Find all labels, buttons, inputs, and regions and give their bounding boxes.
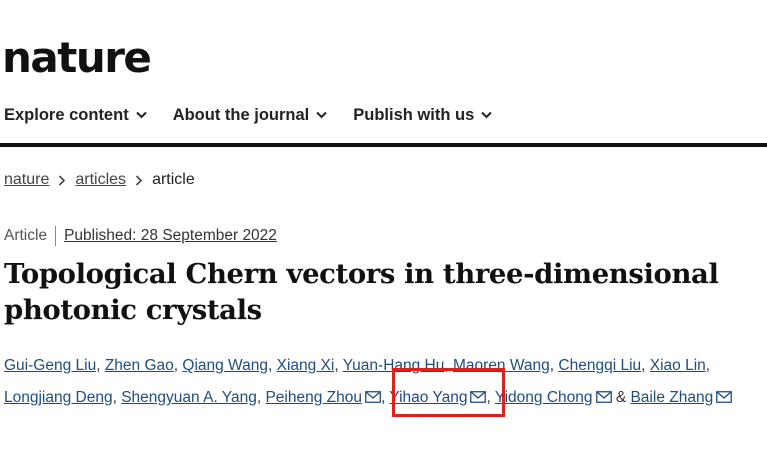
mail-icon[interactable] <box>716 391 733 403</box>
author-link[interactable]: Qiang Wang <box>182 357 268 374</box>
nav-item-label: Explore content <box>4 106 129 124</box>
author-link[interactable]: Longjiang Deng <box>4 389 113 406</box>
author-separator: , <box>334 357 339 374</box>
mail-icon[interactable] <box>365 391 381 403</box>
mail-icon[interactable] <box>595 391 612 403</box>
author-link[interactable]: Xiang Xi <box>277 357 335 374</box>
chevron-down-icon <box>316 111 327 119</box>
author-link[interactable]: Peiheng Zhou <box>265 389 362 406</box>
breadcrumb: nature articles article <box>4 169 195 191</box>
author-link[interactable]: Zhen Gao <box>105 357 174 374</box>
author-link[interactable]: Shengyuan A. Yang <box>121 389 257 406</box>
author-separator: , <box>705 357 711 374</box>
author-link[interactable]: Yuan-Hang Hu <box>343 357 445 374</box>
chevron-right-icon <box>58 174 66 186</box>
nav-publish-with-us[interactable]: Publish with us <box>353 104 492 126</box>
author-link[interactable]: Gui-Geng Liu <box>4 357 96 374</box>
breadcrumb-articles[interactable]: articles <box>75 169 126 191</box>
nav-item-label: About the journal <box>172 106 310 124</box>
article-title: Topological Chern vectors in three-dimen… <box>4 258 719 326</box>
author-separator: , <box>380 389 386 406</box>
author-separator: , <box>112 389 117 406</box>
nav-about-journal[interactable]: About the journal <box>173 104 328 126</box>
article-meta: Article Published: 28 September 2022 <box>4 226 277 246</box>
main-nav: Explore content About the journal Publis… <box>4 104 518 126</box>
nav-item-label: Publish with us <box>353 106 475 124</box>
breadcrumb-current: article <box>152 171 195 188</box>
author-separator: , <box>267 357 273 374</box>
author-separator: , <box>486 389 491 406</box>
author-link[interactable]: Maoren Wang <box>453 357 550 374</box>
mail-icon[interactable] <box>470 391 487 403</box>
breadcrumb-nature[interactable]: nature <box>4 169 49 191</box>
author-ampersand: & <box>615 389 627 406</box>
author-separator: , <box>549 357 555 374</box>
header-divider <box>0 143 767 147</box>
published-date-link[interactable]: Published: 28 September 2022 <box>64 226 277 246</box>
site-logo[interactable]: nature <box>2 34 152 82</box>
author-line-1: Gui-Geng Liu, Zhen Gao, Qiang Wang, Xian… <box>4 350 767 382</box>
author-separator: , <box>444 357 449 374</box>
author-separator: , <box>96 357 101 374</box>
author-separator: , <box>256 389 262 406</box>
article-type: Article <box>4 227 48 244</box>
chevron-down-icon <box>135 111 147 119</box>
author-link[interactable]: Yidong Chong <box>495 389 593 406</box>
author-separator: , <box>641 357 646 374</box>
author-line-2: Longjiang Deng, Shengyuan A. Yang, Peihe… <box>4 382 767 414</box>
nav-explore-content[interactable]: Explore content <box>4 104 147 126</box>
author-list: Gui-Geng Liu, Zhen Gao, Qiang Wang, Xian… <box>4 350 767 414</box>
author-separator: , <box>173 357 179 374</box>
meta-divider <box>55 226 57 246</box>
chevron-down-icon <box>481 111 492 119</box>
author-link[interactable]: Chengqi Liu <box>558 357 641 374</box>
author-link[interactable]: Xiao Lin <box>650 357 706 374</box>
author-link-yihao-yang[interactable]: Yihao Yang <box>389 389 467 406</box>
author-link[interactable]: Baile Zhang <box>630 389 713 406</box>
chevron-right-icon <box>135 174 143 186</box>
